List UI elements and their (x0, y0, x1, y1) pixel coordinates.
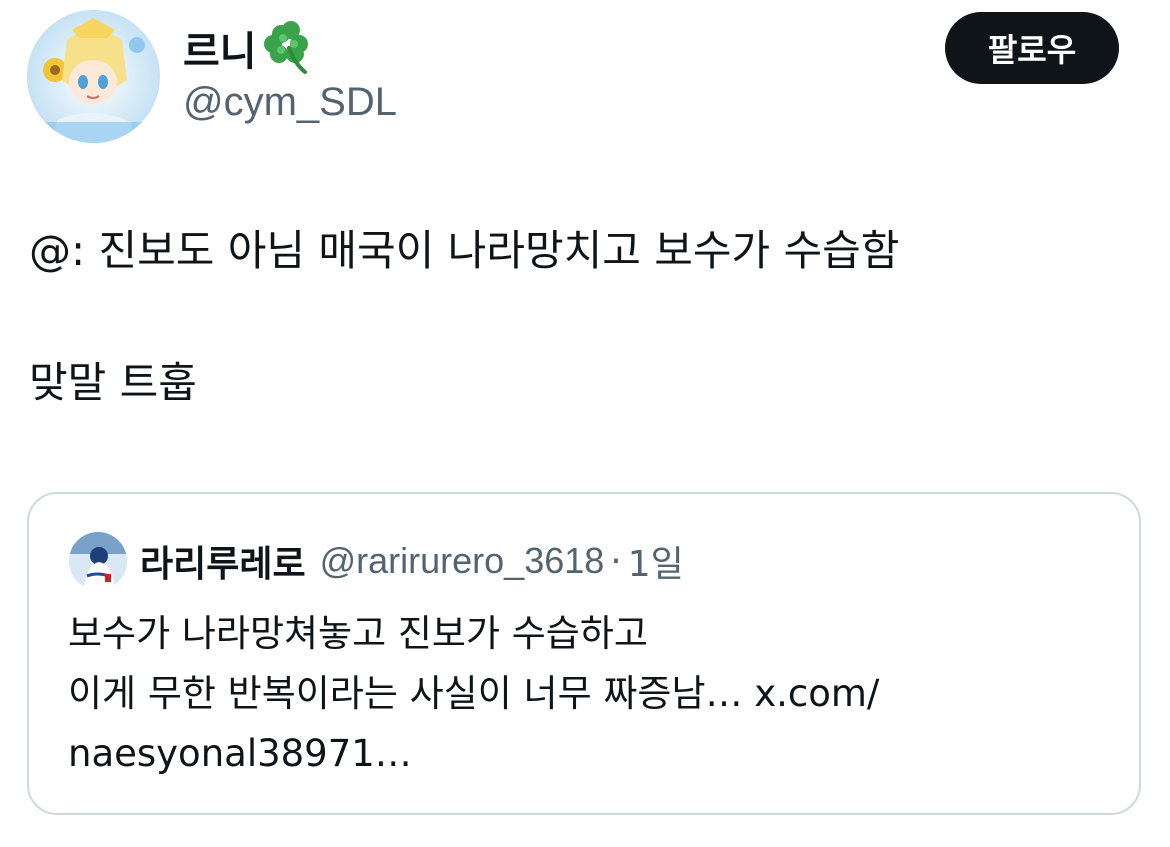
author-handle[interactable]: @cym_SDL (183, 80, 397, 125)
quoted-text-line: 이게 무한 반복이라는 사실이 너무 짜증남… x.com/ (68, 672, 880, 715)
quoted-tweet-text: 보수가 나라망쳐놓고 진보가 수습하고 이게 무한 반복이라는 사실이 너무 짜… (68, 604, 1108, 784)
tweet-text-line: 맞말 트훕 (29, 358, 197, 407)
tweet-text-line: @: 진보도 아님 매국이 나라망치고 보수가 수습함 (29, 226, 900, 275)
quoted-text-line: 보수가 나라망쳐놓고 진보가 수습하고 (68, 612, 648, 655)
quoted-author-handle[interactable]: @rarirurero_3618 (320, 540, 605, 582)
quoted-author-name[interactable]: 라리루레로 (140, 535, 306, 587)
quoted-tweet-timestamp[interactable]: 1일 (628, 535, 684, 587)
author-display-name[interactable]: 르니 (183, 18, 317, 78)
follow-button[interactable]: 팔로우 (945, 12, 1119, 84)
author-avatar[interactable] (27, 10, 160, 143)
quoted-author-avatar[interactable] (69, 532, 127, 590)
tweet-text-spacer (29, 284, 1139, 350)
tweet-text: @: 진보도 아님 매국이 나라망치고 보수가 수습함 맞말 트훕 (29, 218, 1139, 416)
tweet-card: 르니 @cym_SDL 팔로우 @: 진보도 아님 매국이 나라망치고 보수가 … (0, 0, 1170, 847)
separator-dot: · (610, 540, 622, 582)
quoted-text-line: naesyonal38971… (68, 732, 412, 775)
four-leaf-clover-icon (261, 20, 317, 76)
author-name-text: 르니 (183, 29, 257, 75)
quoted-tweet-header: 라리루레로 @rarirurero_3618 · 1일 (140, 532, 684, 590)
quoted-tweet-card[interactable]: 라리루레로 @rarirurero_3618 · 1일 보수가 나라망쳐놓고 진… (27, 492, 1141, 815)
